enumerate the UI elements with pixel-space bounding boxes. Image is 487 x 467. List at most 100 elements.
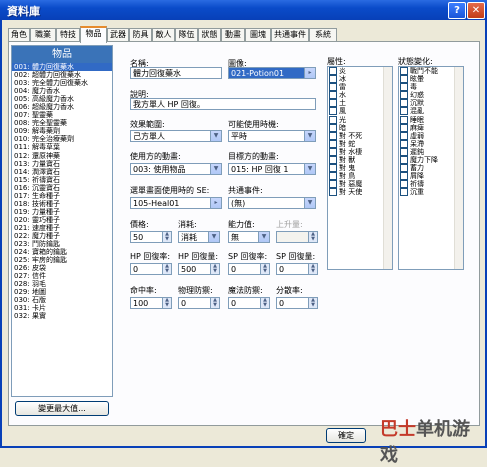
spin-icon[interactable]: ▲ ▼ — [308, 298, 317, 308]
consume-select[interactable]: 消耗 ▼ — [178, 231, 220, 243]
help-button[interactable]: ? — [448, 2, 466, 19]
list-item[interactable]: 021: 速度種子 — [12, 224, 112, 232]
list-item[interactable]: 009: 解毒藥劑 — [12, 127, 112, 135]
checkbox[interactable] — [400, 180, 408, 189]
tab-0[interactable]: 角色 — [8, 28, 30, 41]
scrollbar[interactable] — [454, 67, 463, 269]
scope-select[interactable]: 己方單人 ▼ — [130, 130, 222, 142]
list-item[interactable]: 019: 力量種子 — [12, 208, 112, 216]
spin-icon[interactable]: ▲ ▼ — [210, 298, 219, 308]
icon-browse-icon[interactable]: ▸ — [304, 68, 315, 78]
list-item[interactable]: 027: 信件 — [12, 272, 112, 280]
close-button[interactable]: ✕ — [467, 2, 485, 19]
list-item[interactable]: 015: 祈禱寶石 — [12, 176, 112, 184]
checkbox[interactable] — [329, 131, 337, 140]
chevron-down-icon[interactable]: ▼ — [210, 164, 221, 174]
tab-5[interactable]: 防具 — [129, 28, 152, 41]
checkbox[interactable] — [400, 139, 408, 148]
states-checklist[interactable]: 戰鬥不能 眩暈毒幻惑 沉默 混亂 睡眠 麻痺 虛弱 呆滯 遲鈍 魔力下降 蓄力 屑降 祈禱 沉重 — [398, 66, 464, 270]
list-item[interactable]: 003: 完全體力回復藥水 — [12, 79, 112, 87]
list-item[interactable]: 023: 鬥防鑰匙 — [12, 240, 112, 248]
list-item[interactable]: 029: 地圖 — [12, 288, 112, 296]
checkbox[interactable] — [400, 131, 408, 140]
param-select[interactable]: 無 ▼ — [228, 231, 270, 243]
tab-4[interactable]: 武器 — [107, 28, 129, 41]
checkbox[interactable] — [329, 156, 337, 165]
hit-stepper[interactable]: 100 ▲ ▼ — [130, 297, 172, 309]
checkbox[interactable] — [329, 115, 337, 124]
checkbox[interactable] — [400, 67, 408, 75]
list-item[interactable]: 004: 魔力香水 — [12, 87, 112, 95]
checkbox[interactable] — [329, 139, 337, 148]
list-item[interactable]: 025: 牢房的鑰匙 — [12, 256, 112, 264]
checkbox[interactable] — [400, 75, 408, 84]
pdef-stepper[interactable]: 0 ▲ ▼ — [178, 297, 220, 309]
tab-12[interactable]: 系統 — [309, 28, 337, 41]
list-item[interactable]: 012: 還原神藥 — [12, 152, 112, 160]
chevron-down-icon[interactable]: ▼ — [304, 164, 315, 174]
checkbox[interactable] — [400, 147, 408, 156]
icon-field[interactable]: 021-Potion01 ▸ — [228, 67, 316, 79]
list-item[interactable]: 030: 石版 — [12, 296, 112, 304]
chevron-down-icon[interactable]: ▼ — [208, 232, 219, 242]
checkbox[interactable] — [400, 91, 408, 100]
list-item[interactable]: 020: 靈巧種子 — [12, 216, 112, 224]
checkbox[interactable] — [400, 156, 408, 165]
checkbox[interactable] — [329, 107, 337, 116]
chevron-down-icon[interactable]: ▼ — [258, 232, 269, 242]
list-item[interactable]: 005: 高級魔力香水 — [12, 95, 112, 103]
browse-icon[interactable]: ▸ — [210, 198, 221, 208]
checkbox[interactable] — [329, 67, 337, 75]
checkbox[interactable] — [400, 123, 408, 132]
scrollbar[interactable] — [383, 67, 392, 269]
checkbox[interactable] — [400, 164, 408, 173]
tab-9[interactable]: 動畫 — [221, 28, 245, 41]
list-item[interactable]: 006: 超級魔力香水 — [12, 103, 112, 111]
list-item[interactable]: 024: 寶箱的鑰匙 — [12, 248, 112, 256]
tab-10[interactable]: 圖塊 — [245, 28, 271, 41]
description-field[interactable]: 我方單人 HP 回復。 — [130, 98, 316, 110]
checkbox[interactable] — [400, 83, 408, 92]
checkbox[interactable] — [329, 164, 337, 173]
list-item[interactable]: 018: 技術種子 — [12, 200, 112, 208]
occasion-select[interactable]: 平時 ▼ — [228, 130, 316, 142]
spin-icon[interactable]: ▲ ▼ — [210, 264, 219, 274]
checkbox[interactable] — [400, 188, 408, 197]
change-max-button[interactable]: 變更最大值... — [15, 401, 109, 416]
sp-amt-stepper[interactable]: 0 ▲ ▼ — [276, 263, 318, 275]
list-item[interactable]: 026: 皮袋 — [12, 264, 112, 272]
chevron-down-icon[interactable]: ▼ — [304, 198, 315, 208]
list-item[interactable]: 002: 超體力回復藥水 — [12, 71, 112, 79]
spin-icon[interactable]: ▲ ▼ — [308, 264, 317, 274]
checkbox[interactable] — [400, 115, 408, 124]
hp-amt-stepper[interactable]: 500 ▲ ▼ — [178, 263, 220, 275]
checkbox[interactable] — [400, 99, 408, 108]
hp-rate-stepper[interactable]: 0 ▲ ▼ — [130, 263, 172, 275]
list-item[interactable]: 031: 卡片 — [12, 304, 112, 312]
chevron-down-icon[interactable]: ▼ — [304, 131, 315, 141]
chevron-down-icon[interactable]: ▼ — [210, 131, 221, 141]
list-item[interactable]: 013: 力量寶石 — [12, 160, 112, 168]
variance-stepper[interactable]: 0 ▲ ▼ — [276, 297, 318, 309]
list-item[interactable]: 022: 魔力種子 — [12, 232, 112, 240]
common-event-select[interactable]: (無) ▼ — [228, 197, 316, 209]
spin-icon[interactable]: ▲ ▼ — [162, 264, 171, 274]
menu-se-field[interactable]: 105-Heal01 ▸ — [130, 197, 222, 209]
list-item[interactable]: 014: 潤澤寶石 — [12, 168, 112, 176]
list-item[interactable]: 028: 羽毛 — [12, 280, 112, 288]
checkbox[interactable] — [329, 188, 337, 197]
list-item[interactable]: 008: 完全聖靈藥 — [12, 119, 112, 127]
tab-7[interactable]: 隊伍 — [175, 28, 198, 41]
checkbox[interactable] — [329, 180, 337, 189]
checkbox[interactable] — [329, 147, 337, 156]
tab-2[interactable]: 特技 — [56, 28, 80, 41]
param-inc-stepper[interactable]: ▲ ▼ — [276, 231, 318, 243]
tab-1[interactable]: 職業 — [30, 28, 56, 41]
list-item[interactable]: 016: 沉靈寶石 — [12, 184, 112, 192]
tab-3[interactable]: 物品 — [80, 26, 107, 43]
list-item[interactable]: 010: 完全治療藥劑 — [12, 135, 112, 143]
spin-icon[interactable]: ▲ ▼ — [308, 232, 317, 242]
user-anim-select[interactable]: 003: 使用物品 ▼ — [130, 163, 222, 175]
checkbox[interactable] — [329, 99, 337, 108]
checkbox[interactable] — [329, 172, 337, 181]
